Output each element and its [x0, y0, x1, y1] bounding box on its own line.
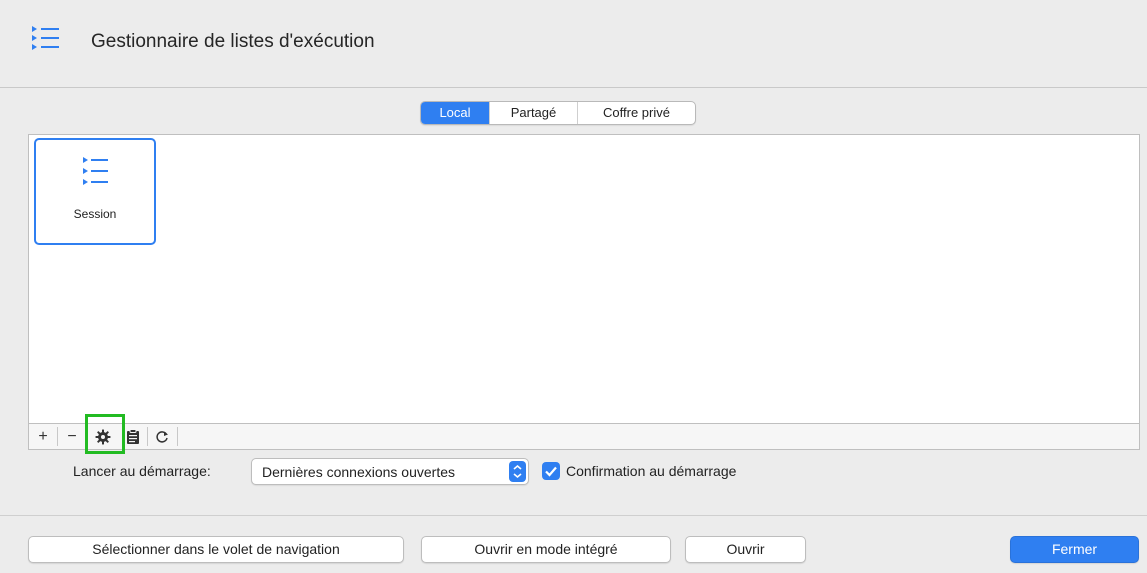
list-item-session[interactable]: Session: [34, 138, 156, 245]
list-icon: [32, 26, 59, 50]
select-value: Dernières connexions ouvertes: [262, 464, 455, 480]
toolbar-divider: [177, 427, 178, 446]
panel-toolbar: + −: [28, 423, 1140, 450]
gear-icon: [95, 429, 111, 444]
add-button[interactable]: +: [31, 424, 55, 449]
close-button[interactable]: Fermer: [1010, 536, 1139, 563]
window-header: Gestionnaire de listes d'exécution: [0, 0, 1147, 88]
view-tabs: Local Partagé Coffre privé: [420, 101, 696, 125]
remove-button[interactable]: −: [60, 424, 84, 449]
open-button[interactable]: Ouvrir: [685, 536, 806, 563]
checkmark-icon: [545, 466, 557, 477]
launch-on-startup-select[interactable]: Dernières connexions ouvertes: [251, 458, 529, 485]
tab-private-vault[interactable]: Coffre privé: [577, 102, 695, 124]
confirm-startup-label: Confirmation au démarrage: [566, 463, 737, 479]
list-icon: [83, 157, 108, 185]
settings-button[interactable]: [91, 424, 115, 449]
open-embedded-button[interactable]: Ouvrir en mode intégré: [421, 536, 671, 563]
toolbar-divider: [57, 427, 58, 446]
footer-divider: [0, 515, 1147, 516]
window-title: Gestionnaire de listes d'exécution: [91, 31, 375, 52]
toolbar-divider: [86, 427, 87, 446]
list-item-label: Session: [73, 207, 117, 221]
confirm-startup-checkbox[interactable]: [542, 462, 560, 480]
launch-on-startup-label: Lancer au démarrage:: [73, 463, 211, 479]
refresh-button[interactable]: [150, 424, 174, 449]
list-panel: Session: [28, 134, 1140, 423]
chevron-up-down-icon: [509, 461, 526, 482]
refresh-icon: [156, 430, 168, 443]
clipboard-icon: [127, 428, 139, 444]
select-in-nav-button[interactable]: Sélectionner dans le volet de navigation: [28, 536, 404, 563]
duplicate-button[interactable]: [121, 424, 145, 449]
toolbar-divider: [147, 427, 148, 446]
tab-shared[interactable]: Partagé: [489, 102, 577, 124]
tab-local[interactable]: Local: [421, 102, 489, 124]
